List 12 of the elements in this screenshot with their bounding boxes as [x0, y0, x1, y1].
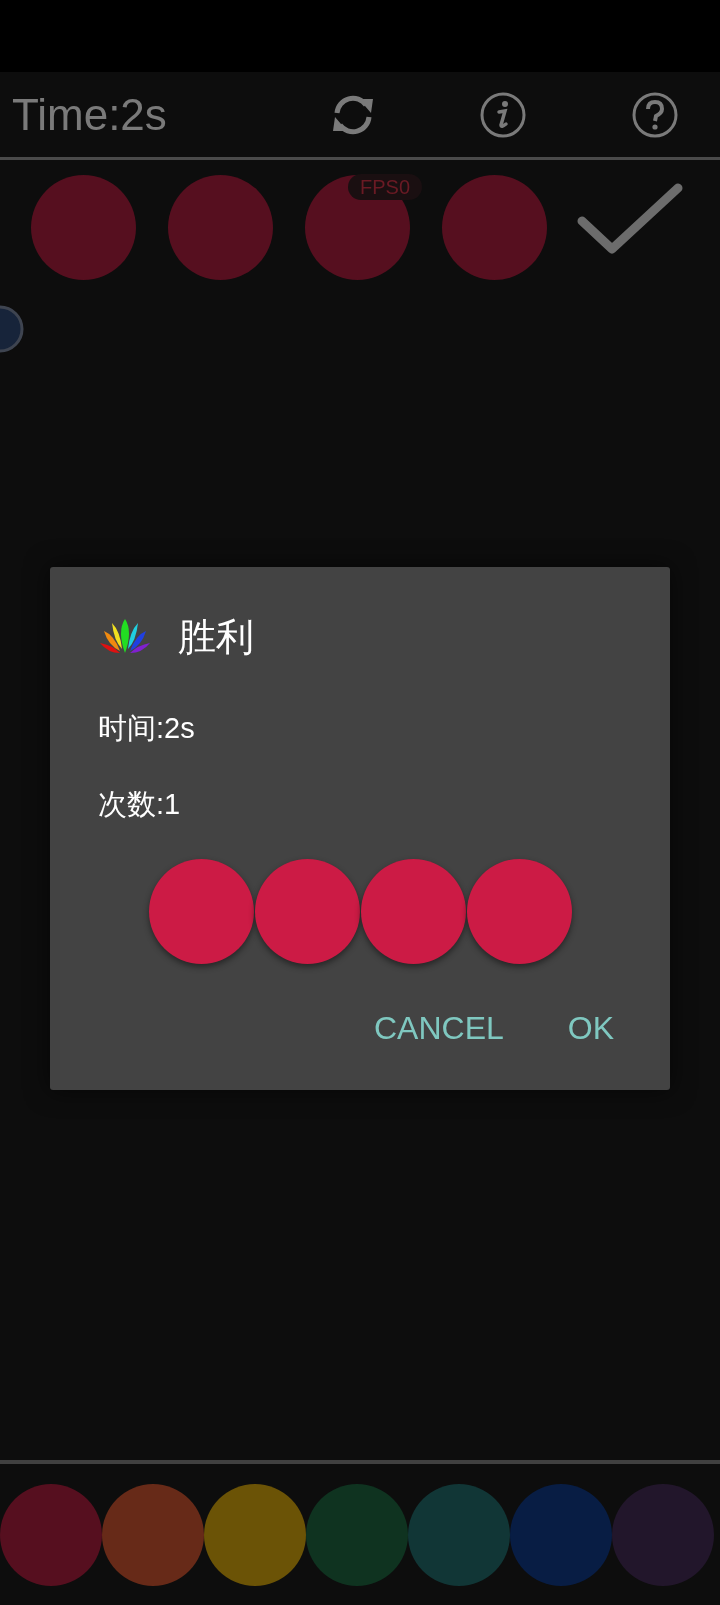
cancel-button[interactable]: CANCEL	[373, 1008, 504, 1048]
timer-text: Time:2s	[12, 92, 167, 137]
dialog-title: 胜利	[178, 618, 254, 656]
help-icon[interactable]	[630, 90, 679, 139]
dialog-text: 时间:2s	[98, 714, 195, 743]
fps-label: FPS0	[348, 174, 423, 200]
floating-button-icon[interactable]	[0, 305, 24, 353]
check-icon[interactable]	[577, 182, 683, 255]
dialog-text: 次数:1	[98, 790, 181, 819]
lotus-icon	[98, 619, 152, 655]
ok-button[interactable]: OK	[567, 1008, 614, 1048]
info-icon[interactable]	[478, 90, 527, 139]
